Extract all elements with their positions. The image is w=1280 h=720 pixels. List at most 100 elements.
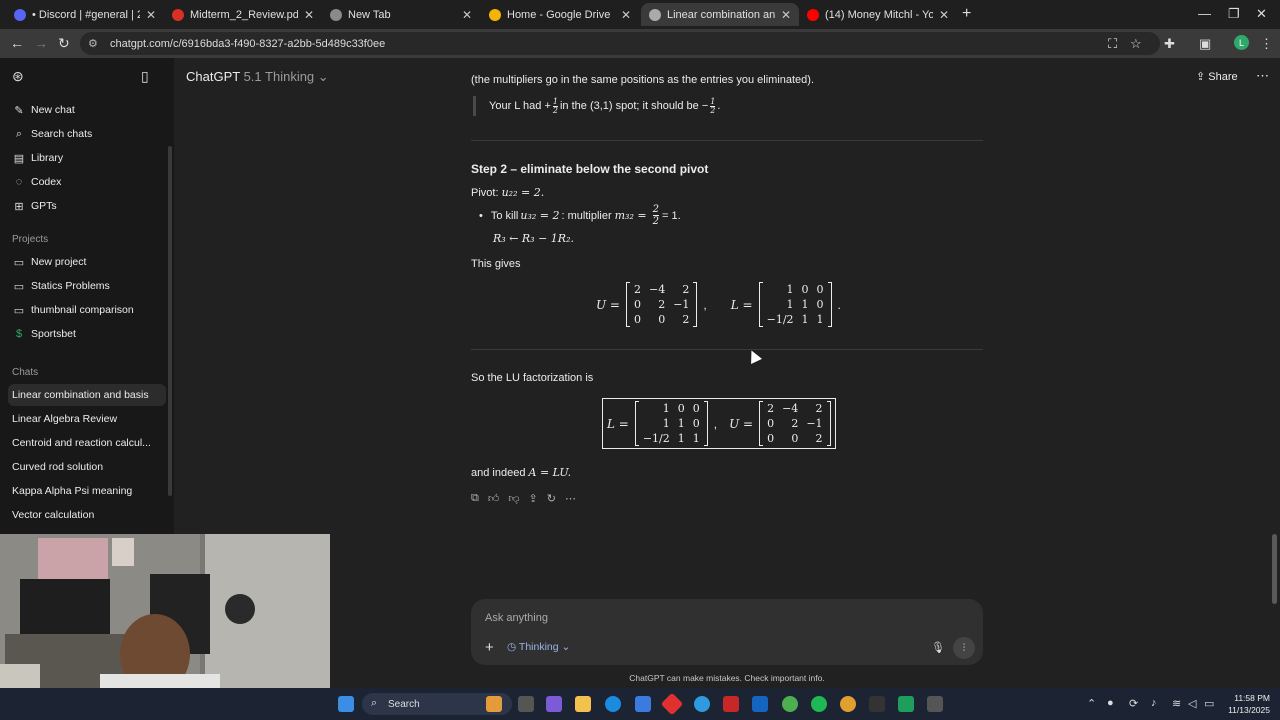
sidebar-scrollbar[interactable]: [168, 146, 172, 496]
volume-icon[interactable]: ◁: [1188, 697, 1196, 710]
app-red-icon[interactable]: [660, 692, 684, 716]
outlook-icon[interactable]: [752, 696, 768, 712]
sidebar-item-thumbnail-comparison[interactable]: ▭ thumbnail comparison: [8, 299, 166, 321]
restore-icon[interactable]: ❐: [1228, 6, 1240, 22]
wifi-icon[interactable]: ≋: [1172, 697, 1181, 710]
tab-youtube[interactable]: (14) Money Mitchl - YouTube ✕: [799, 3, 957, 26]
sidebar-item-statics-problems[interactable]: ▭ Statics Problems: [8, 275, 166, 297]
tray-app-icon[interactable]: ●: [1107, 697, 1114, 709]
site-settings-icon[interactable]: ⚙: [88, 37, 98, 50]
microphone-icon[interactable]: ♪: [1151, 697, 1157, 709]
sidebar-item-label: GPTs: [31, 200, 57, 212]
voice-mode-icon[interactable]: ⫶: [953, 637, 975, 659]
chatgpt-icon: [649, 8, 661, 21]
bullet-dot: •: [479, 209, 483, 222]
chat-item[interactable]: Curved rod solution: [8, 456, 166, 478]
forward-arrow-icon[interactable]: →: [34, 35, 48, 51]
sidebar-item-new-project[interactable]: ▭ New project: [8, 251, 166, 273]
minimize-icon[interactable]: —: [1198, 6, 1211, 21]
thumbs-down-icon[interactable]: 👎︎: [508, 492, 519, 505]
close-icon[interactable]: ✕: [939, 8, 949, 22]
sidebar-item-sportsbet[interactable]: $ Sportsbet: [8, 323, 166, 345]
chat-item[interactable]: Kappa Alpha Psi meaning: [8, 480, 166, 502]
openai-logo-icon[interactable]: ⊛: [12, 68, 24, 85]
store-icon[interactable]: [635, 696, 651, 712]
sidebar-item-library[interactable]: ▤ Library: [8, 147, 166, 169]
chrome-icon[interactable]: [782, 696, 798, 712]
share-button[interactable]: ⇪ Share: [1196, 70, 1238, 83]
close-icon[interactable]: ✕: [304, 8, 314, 22]
split-view-icon[interactable]: ▣: [1199, 36, 1211, 52]
tab-google-drive[interactable]: Home - Google Drive ✕: [481, 3, 639, 26]
sidebar-item-new-chat[interactable]: ✎ New chat: [8, 99, 166, 121]
thinking-mode-button[interactable]: ◷ Thinking ⌄: [507, 641, 570, 653]
tab-new-tab[interactable]: New Tab ✕: [322, 3, 480, 26]
chevron-down-icon: ⌄: [317, 69, 329, 84]
share-icon[interactable]: ⇪: [529, 492, 538, 505]
sidebar-item-search-chats[interactable]: ⌕ Search chats: [8, 123, 166, 145]
chat-item-label: Curved rod solution: [12, 461, 104, 473]
translate-icon[interactable]: ⛶: [1108, 36, 1117, 52]
sidebar-item-label: Search chats: [31, 128, 93, 140]
sidebar-item-codex[interactable]: ◌ Codex: [8, 171, 166, 193]
chrome-profile-icon[interactable]: [840, 696, 856, 712]
capcut-icon[interactable]: [869, 696, 885, 712]
url-field[interactable]: ⚙ chatgpt.com/c/6916bda3-f490-8327-a2bb-…: [80, 32, 1160, 55]
widget-icon[interactable]: [486, 696, 502, 712]
address-bar-row: ← → ↻ ⚙ chatgpt.com/c/6916bda3-f490-8327…: [0, 29, 1280, 58]
prompt-input[interactable]: [485, 609, 965, 627]
close-icon[interactable]: ✕: [146, 8, 156, 22]
back-arrow-icon[interactable]: ←: [10, 35, 24, 51]
more-options-icon[interactable]: ⋯: [565, 492, 576, 505]
sidebar-toggle-icon[interactable]: ▯: [141, 68, 149, 85]
pencil-icon: ✎: [14, 104, 24, 117]
copilot-icon[interactable]: [546, 696, 562, 712]
system-clock[interactable]: 11:58 PM 11/13/2025: [1222, 692, 1270, 716]
windows-start-icon[interactable]: [338, 696, 354, 712]
plus-icon[interactable]: +: [485, 639, 494, 656]
bookmark-star-icon[interactable]: ☆: [1130, 36, 1142, 52]
app-icon[interactable]: [927, 696, 943, 712]
close-icon[interactable]: ✕: [462, 8, 472, 22]
model-selector[interactable]: ChatGPT 5.1 Thinking ⌄: [186, 69, 329, 85]
matrix-label-u: U =: [596, 297, 620, 312]
sync-icon[interactable]: ⟳: [1129, 697, 1138, 710]
chat-item[interactable]: Linear Algebra Review: [8, 408, 166, 430]
sidebar-item-label: Codex: [31, 176, 62, 188]
new-tab-plus-icon[interactable]: +: [962, 5, 971, 23]
copy-icon[interactable]: ⧉: [471, 492, 479, 505]
file-explorer-icon[interactable]: [575, 696, 591, 712]
security-icon[interactable]: [723, 696, 739, 712]
search-icon: ⌕: [15, 127, 23, 140]
reload-icon[interactable]: ↻: [58, 35, 70, 52]
chat-item[interactable]: Linear combination and basis: [8, 384, 166, 406]
chat-item-label: Centroid and reaction calcul...: [12, 437, 151, 449]
profile-avatar[interactable]: L: [1234, 35, 1249, 50]
chat-item[interactable]: Centroid and reaction calcul...: [8, 432, 166, 454]
main-scrollbar[interactable]: [1272, 534, 1277, 604]
tab-pdf[interactable]: Midterm_2_Review.pdf: 2025FS ✕: [164, 3, 322, 26]
spotify-icon[interactable]: [811, 696, 827, 712]
messages-icon[interactable]: [898, 696, 914, 712]
bullet-math: m₃₂ =: [614, 209, 647, 222]
edge-icon[interactable]: [605, 696, 621, 712]
chat-item[interactable]: Vector calculation: [8, 504, 166, 526]
close-icon[interactable]: ✕: [781, 8, 791, 22]
thumbs-up-icon[interactable]: 👍︎: [488, 492, 500, 505]
tab-chatgpt[interactable]: Linear combination and basis ✕: [641, 3, 799, 26]
close-icon[interactable]: ✕: [621, 8, 631, 22]
disclaimer-text: ChatGPT can make mistakes. Check importa…: [629, 673, 825, 683]
microphone-icon[interactable]: 🎙︎: [931, 641, 945, 654]
sidebar-item-gpts[interactable]: ⊞ GPTs: [8, 195, 166, 217]
regenerate-icon[interactable]: ↻: [547, 492, 556, 505]
battery-icon[interactable]: ▭: [1204, 697, 1214, 710]
close-window-icon[interactable]: ✕: [1256, 6, 1267, 22]
chevron-up-icon[interactable]: ⌃: [1087, 697, 1096, 710]
vpn-icon[interactable]: [694, 696, 710, 712]
chevron-down-icon: ⌄: [561, 641, 571, 653]
browser-menu-icon[interactable]: ⋮: [1260, 36, 1273, 52]
tab-discord[interactable]: • Discord | #general | 224 Famil ✕: [6, 3, 164, 26]
more-options-icon[interactable]: ⋯: [1256, 68, 1269, 84]
task-view-icon[interactable]: [518, 696, 534, 712]
extensions-icon[interactable]: ✚: [1164, 36, 1175, 52]
